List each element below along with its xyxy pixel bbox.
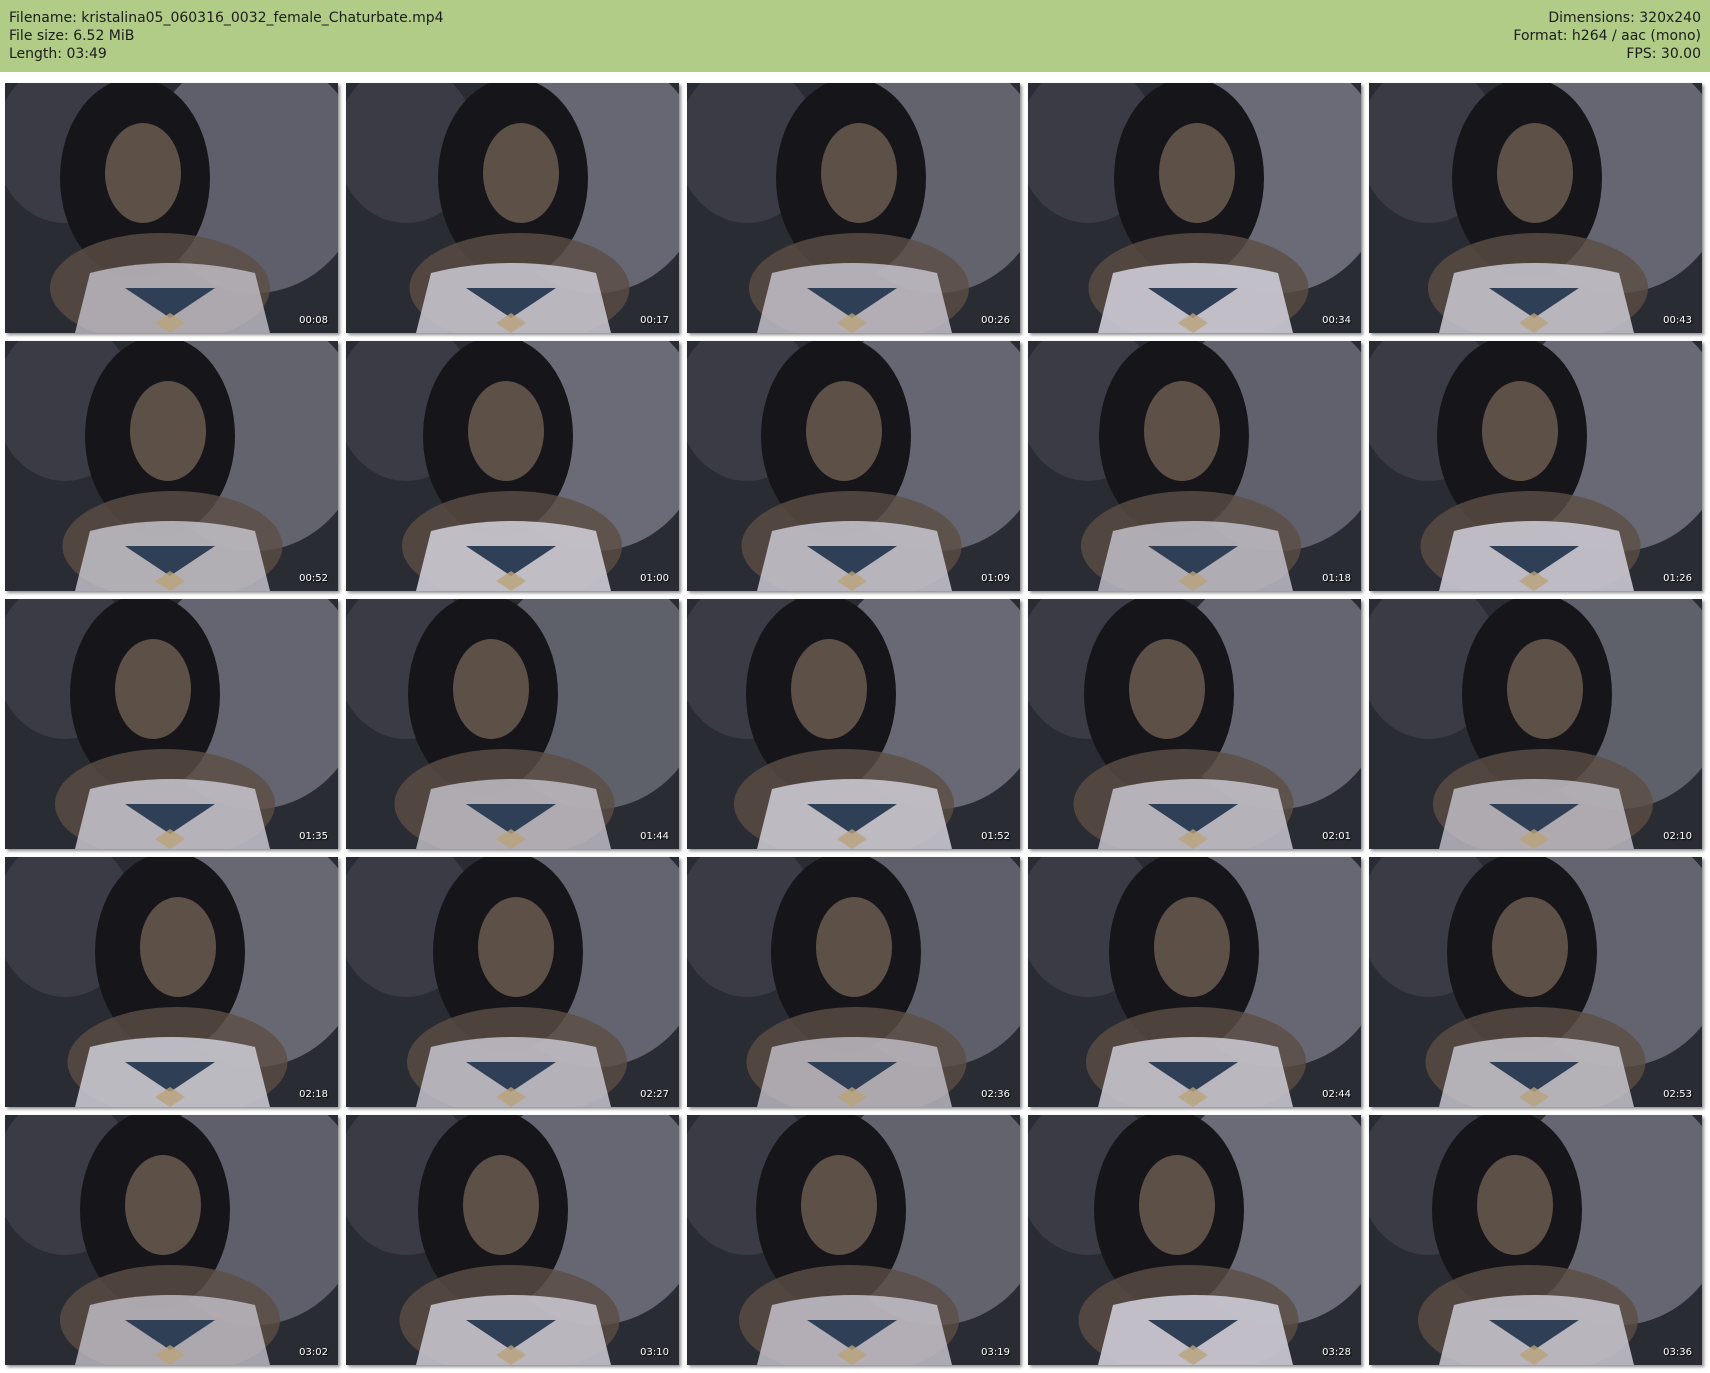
thumbnail: 01:26	[1369, 341, 1702, 591]
timestamp-label: 01:00	[640, 573, 669, 584]
thumbnail: 02:27	[346, 857, 679, 1107]
video-frame	[1369, 857, 1702, 1107]
timestamp-label: 03:36	[1663, 1347, 1692, 1358]
video-info: Dimensions: 320x240 Format: h264 / aac (…	[1513, 9, 1701, 63]
timestamp-label: 03:28	[1322, 1347, 1351, 1358]
timestamp-label: 01:09	[981, 573, 1010, 584]
thumbnail: 02:10	[1369, 599, 1702, 849]
filesize-label: File size: 6.52 MiB	[9, 28, 135, 44]
video-frame	[1028, 599, 1361, 849]
timestamp-label: 02:44	[1322, 1089, 1351, 1100]
video-frame	[1028, 83, 1361, 333]
timestamp-label: 01:26	[1663, 573, 1692, 584]
timestamp-label: 02:01	[1322, 831, 1351, 842]
thumbnail: 01:00	[346, 341, 679, 591]
thumbnail: 03:28	[1028, 1115, 1361, 1365]
timestamp-label: 00:26	[981, 315, 1010, 326]
thumbnail: 00:34	[1028, 83, 1361, 333]
video-frame	[5, 857, 338, 1107]
timestamp-label: 01:18	[1322, 573, 1351, 584]
timestamp-label: 03:02	[299, 1347, 328, 1358]
video-frame	[1369, 1115, 1702, 1365]
video-frame	[687, 1115, 1020, 1365]
thumbnail: 00:17	[346, 83, 679, 333]
thumbnail: 00:52	[5, 341, 338, 591]
video-frame	[346, 83, 679, 333]
length-label: Length: 03:49	[9, 46, 107, 62]
thumbnail: 02:36	[687, 857, 1020, 1107]
video-frame	[346, 341, 679, 591]
video-frame	[687, 599, 1020, 849]
thumbnail: 01:35	[5, 599, 338, 849]
timestamp-label: 02:36	[981, 1089, 1010, 1100]
video-frame	[1028, 341, 1361, 591]
thumbnail: 03:10	[346, 1115, 679, 1365]
timestamp-label: 03:10	[640, 1347, 669, 1358]
video-frame	[5, 83, 338, 333]
timestamp-label: 01:44	[640, 831, 669, 842]
timestamp-label: 00:08	[299, 315, 328, 326]
timestamp-label: 00:52	[299, 573, 328, 584]
thumbnail: 03:36	[1369, 1115, 1702, 1365]
video-frame	[346, 857, 679, 1107]
video-frame	[5, 599, 338, 849]
video-frame	[687, 83, 1020, 333]
info-header: Filename: kristalina05_060316_0032_femal…	[0, 0, 1710, 72]
thumbnail: 00:08	[5, 83, 338, 333]
timestamp-label: 03:19	[981, 1347, 1010, 1358]
timestamp-label: 00:34	[1322, 315, 1351, 326]
filename-label: Filename: kristalina05_060316_0032_femal…	[9, 10, 444, 26]
format-label: Format: h264 / aac (mono)	[1513, 28, 1701, 44]
thumbnail: 00:26	[687, 83, 1020, 333]
dimensions-label: Dimensions: 320x240	[1548, 10, 1701, 26]
fps-label: FPS: 30.00	[1626, 46, 1701, 62]
thumbnail-grid: 00:08 00:17 00:26 00:34 00:43 00:52 01:0…	[5, 83, 1702, 1365]
video-frame	[687, 857, 1020, 1107]
thumbnail: 03:19	[687, 1115, 1020, 1365]
timestamp-label: 00:17	[640, 315, 669, 326]
thumbnail: 01:52	[687, 599, 1020, 849]
video-frame	[5, 1115, 338, 1365]
thumbnail: 00:43	[1369, 83, 1702, 333]
video-frame	[346, 599, 679, 849]
thumbnail: 02:18	[5, 857, 338, 1107]
timestamp-label: 02:53	[1663, 1089, 1692, 1100]
thumbnail: 02:53	[1369, 857, 1702, 1107]
thumbnail: 01:44	[346, 599, 679, 849]
video-frame	[1369, 341, 1702, 591]
video-frame	[346, 1115, 679, 1365]
thumbnail: 01:09	[687, 341, 1020, 591]
timestamp-label: 01:52	[981, 831, 1010, 842]
video-frame	[687, 341, 1020, 591]
video-frame	[1369, 83, 1702, 333]
thumbnail: 01:18	[1028, 341, 1361, 591]
video-frame	[1369, 599, 1702, 849]
timestamp-label: 02:27	[640, 1089, 669, 1100]
file-info: Filename: kristalina05_060316_0032_femal…	[9, 9, 444, 63]
video-frame	[1028, 1115, 1361, 1365]
timestamp-label: 02:18	[299, 1089, 328, 1100]
thumbnail: 03:02	[5, 1115, 338, 1365]
thumbnail: 02:44	[1028, 857, 1361, 1107]
video-frame	[5, 341, 338, 591]
video-frame	[1028, 857, 1361, 1107]
timestamp-label: 01:35	[299, 831, 328, 842]
timestamp-label: 02:10	[1663, 831, 1692, 842]
thumbnail: 02:01	[1028, 599, 1361, 849]
timestamp-label: 00:43	[1663, 315, 1692, 326]
